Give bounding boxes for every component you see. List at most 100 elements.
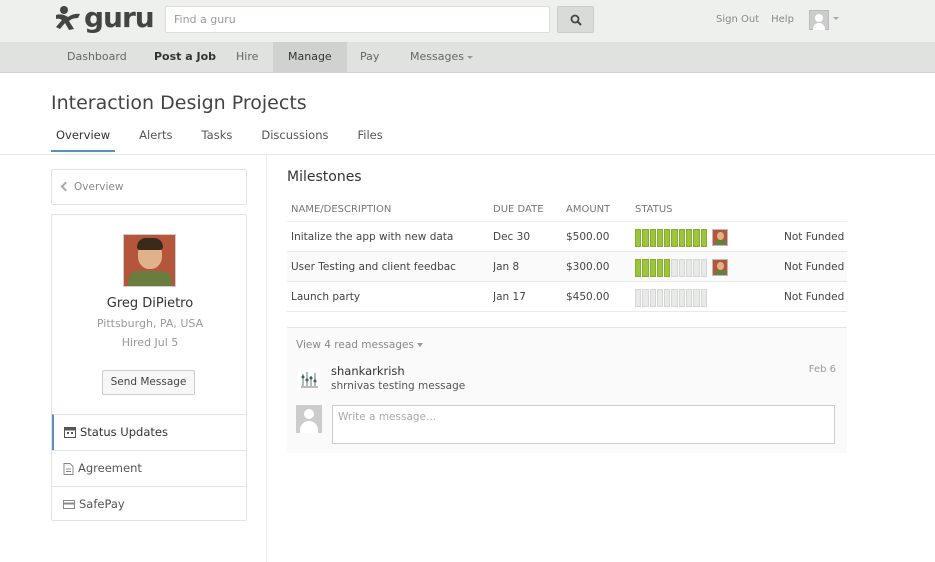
sidebar-item-safepay[interactable]: SafePay [52, 486, 246, 522]
message-panel: View 4 read messages shankarkrish shrniv… [287, 327, 847, 453]
message-sender[interactable]: shankarkrish [331, 364, 405, 378]
tab-discussions[interactable]: Discussions [256, 128, 333, 152]
message-text: shrnivas testing message [331, 380, 466, 392]
search-input[interactable]: Find a guru [165, 6, 550, 33]
progress-segment [693, 229, 700, 247]
progress-segment [693, 289, 700, 307]
milestone-name[interactable]: Initalize the app with new data [291, 222, 486, 252]
progress-segment [664, 229, 671, 247]
divider [0, 154, 935, 155]
progress-segment [656, 289, 664, 307]
milestones-table: NAME/DESCRIPTION DUE DATE AMOUNT STATUS … [287, 200, 847, 312]
message-input[interactable]: Write a message... [332, 405, 835, 444]
milestone-amount: $300.00 [566, 261, 610, 273]
view-read-messages-link[interactable]: View 4 read messages [296, 339, 423, 351]
chevron-down-icon[interactable] [833, 17, 839, 20]
sidebar-item-label: Status Updates [80, 425, 168, 439]
progress-segment [700, 259, 707, 277]
milestone-amount: $500.00 [566, 231, 610, 243]
message-date: Feb 6 [808, 364, 836, 375]
tab-overview[interactable]: Overview [51, 128, 116, 152]
progress-segment [635, 259, 642, 277]
avatar [712, 229, 728, 246]
column-header: STATUS [635, 204, 673, 215]
divider [266, 155, 267, 562]
progress-segment [671, 259, 678, 277]
progress-segment [671, 229, 678, 247]
sidebar-item-agreement[interactable]: Agreement [52, 450, 246, 486]
column-header: DUE DATE [493, 204, 544, 215]
progress-segment [700, 289, 707, 307]
hired-date: Hired Jul 5 [121, 336, 179, 349]
sidebar-item-label: Agreement [78, 461, 142, 475]
user-avatar-icon[interactable] [809, 10, 829, 30]
top-bar: guru Find a guru Sign Out Help [0, 0, 935, 42]
progress-segment [635, 289, 642, 307]
table-row[interactable]: Initalize the app with new data Dec 30 $… [287, 222, 847, 252]
help-link[interactable]: Help [771, 14, 794, 25]
nav-messages[interactable]: Messages [395, 42, 488, 72]
nav-dashboard[interactable]: Dashboard [52, 42, 142, 72]
tab-tasks[interactable]: Tasks [197, 128, 238, 152]
milestones-title: Milestones [287, 169, 362, 185]
progress-segment [635, 229, 642, 247]
document-icon [63, 462, 74, 475]
project-tabs: Overview Alerts Tasks Discussions Files [51, 128, 407, 152]
tab-files[interactable]: Files [353, 128, 388, 152]
progress-segment [678, 259, 686, 277]
back-label: Overview [74, 181, 124, 193]
progress-segment [678, 229, 686, 247]
progress-segment [686, 259, 693, 277]
guru-logo[interactable]: guru [54, 1, 155, 34]
nav-manage[interactable]: Manage [273, 42, 347, 72]
milestone-name[interactable]: Launch party [291, 282, 486, 312]
progress-segment [642, 289, 649, 307]
nav-pay[interactable]: Pay [345, 42, 394, 72]
avatar[interactable] [123, 234, 176, 287]
progress-segment [664, 259, 671, 277]
send-message-button[interactable]: Send Message [102, 370, 195, 395]
calendar-icon [64, 427, 76, 438]
search-button[interactable] [557, 6, 594, 33]
nav-post-a-job[interactable]: Post a Job [139, 42, 231, 72]
card-icon [63, 500, 75, 509]
search-icon [570, 14, 582, 26]
funding-status: Not Funded [784, 291, 845, 303]
chevron-down-icon [416, 343, 423, 347]
progress-segment [671, 289, 678, 307]
avatar [712, 259, 728, 276]
progress-segment [642, 259, 649, 277]
freelancer-name[interactable]: Greg DiPietro [52, 296, 248, 311]
progress-segment [642, 229, 649, 247]
progress-bar [635, 259, 707, 277]
milestone-amount: $450.00 [566, 291, 610, 303]
chevron-left-icon [60, 181, 71, 192]
table-row[interactable]: User Testing and client feedbac Jan 8 $3… [287, 252, 847, 282]
sidebar-item-label: SafePay [79, 497, 125, 511]
progress-segment [678, 289, 686, 307]
main-nav: Dashboard Post a Job Hire Manage Pay Mes… [0, 42, 935, 73]
tab-alerts[interactable]: Alerts [134, 128, 177, 152]
logo-text: guru [84, 1, 155, 34]
avatar [296, 405, 322, 433]
progress-bar [635, 229, 707, 247]
sidebar-item-status-updates[interactable]: Status Updates [52, 414, 246, 450]
progress-segment [656, 259, 664, 277]
progress-segment [656, 229, 664, 247]
column-header: NAME/DESCRIPTION [291, 204, 392, 215]
nav-hire[interactable]: Hire [221, 42, 273, 72]
top-links: Sign Out Help [716, 14, 794, 25]
sender-avatar-icon [298, 368, 320, 390]
milestone-due-date: Dec 30 [493, 231, 531, 243]
table-row[interactable]: Launch party Jan 17 $450.00 Not Funded [287, 282, 847, 312]
progress-segment [649, 259, 656, 277]
view-read-messages-label: View 4 read messages [296, 339, 414, 351]
milestone-name[interactable]: User Testing and client feedbac [291, 252, 486, 282]
sign-out-link[interactable]: Sign Out [716, 14, 759, 25]
milestone-due-date: Jan 8 [493, 261, 520, 273]
back-to-overview-button[interactable]: Overview [51, 169, 247, 205]
guru-person-icon [56, 6, 80, 31]
progress-bar [635, 289, 707, 307]
progress-segment [686, 289, 693, 307]
funding-status: Not Funded [784, 231, 845, 243]
